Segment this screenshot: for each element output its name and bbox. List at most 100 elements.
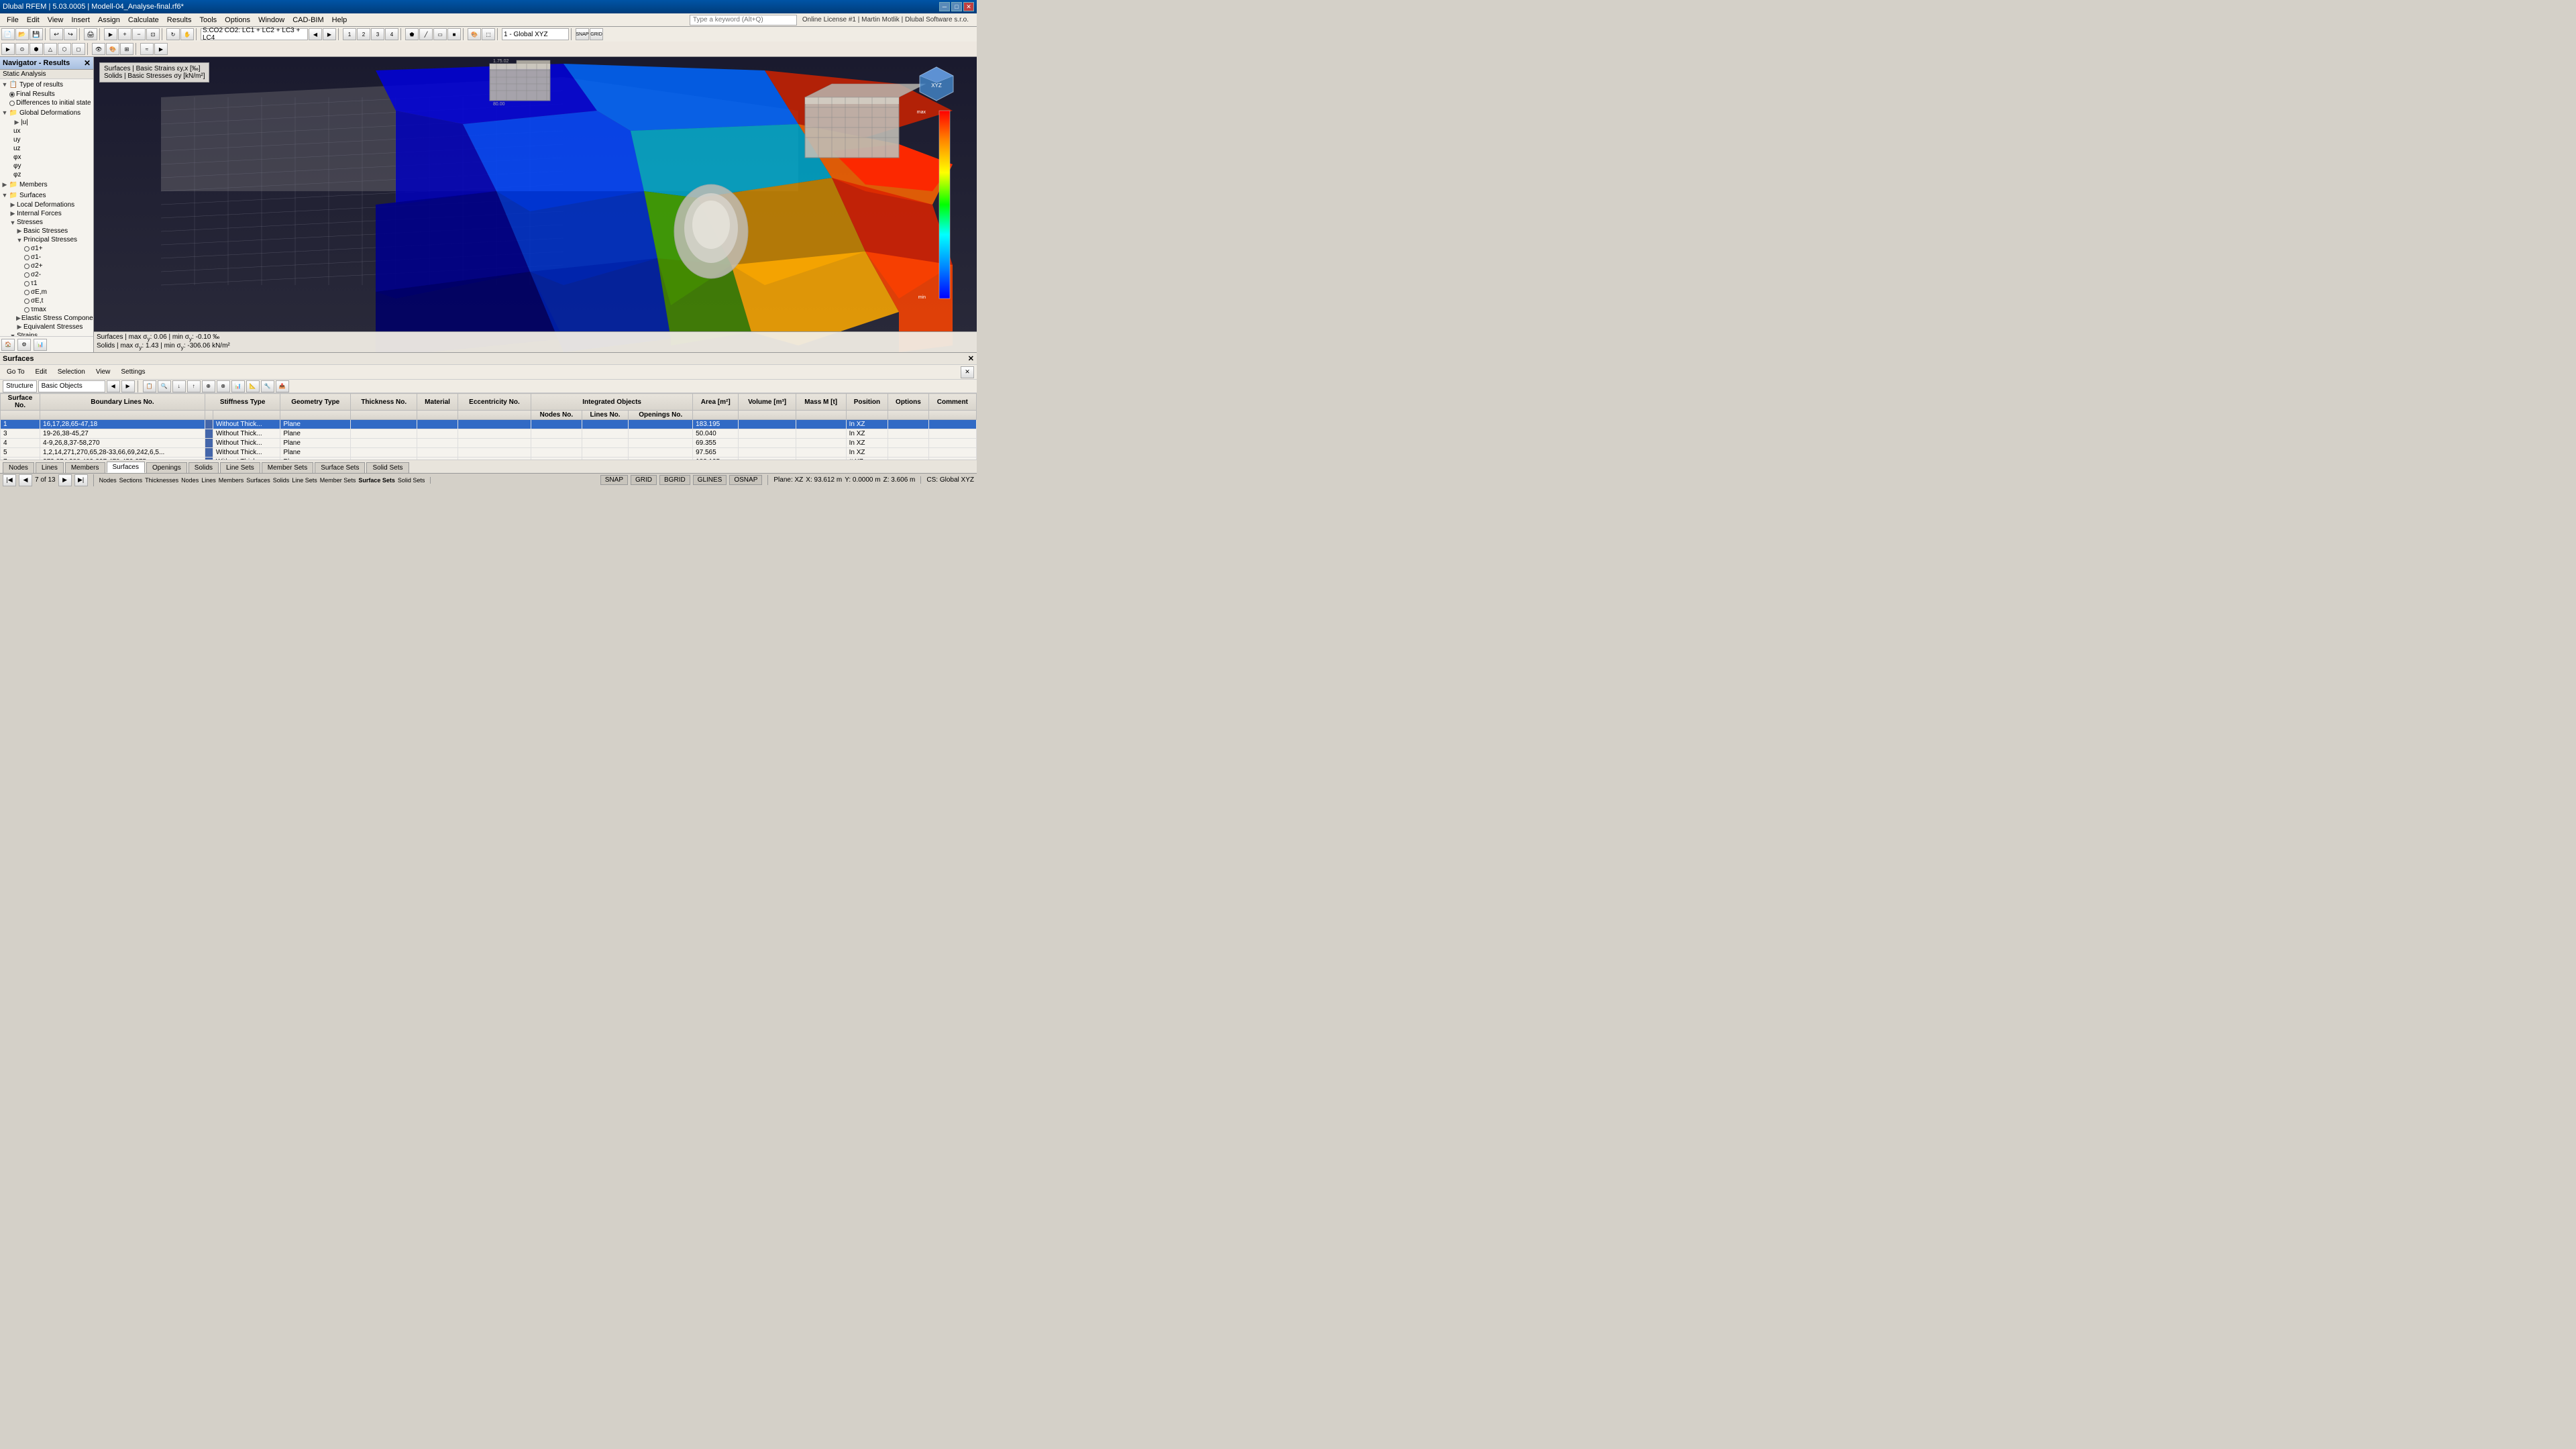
tree-uy[interactable]: uy [0,136,93,144]
tree-sigma2m[interactable]: σ2- [0,270,93,279]
tb2-1[interactable]: ▶ [1,43,15,55]
btab-openings[interactable]: Openings [146,462,187,473]
tb-lc-prev[interactable]: ◀ [309,28,322,40]
table-row[interactable]: 51,2,14,271,270,65,28-33,66,69,242,6,5..… [1,448,977,458]
tree-phiz[interactable]: φz [0,170,93,179]
results-menu-settings[interactable]: Settings [117,368,149,376]
tree-members[interactable]: ▶ 📁 Members [0,179,93,190]
page-prev[interactable]: ◀ [19,474,32,486]
table-tb-10[interactable]: 📤 [276,380,289,392]
tb-view-4[interactable]: 4 [385,28,398,40]
tb-zoom-out[interactable]: − [132,28,146,40]
tb-surf-view[interactable]: ▭ [433,28,447,40]
tree-global-deformations[interactable]: ▼ 📁 Global Deformations [0,107,93,118]
results-close-btn[interactable]: ✕ [961,366,974,378]
table-tb-6[interactable]: ⊗ [217,380,230,392]
menu-tools[interactable]: Tools [195,15,221,25]
menu-edit[interactable]: Edit [23,15,44,25]
tb-rotate[interactable]: ↻ [166,28,180,40]
table-tb-4[interactable]: ↑ [187,380,201,392]
tb2-display[interactable]: 👁 [92,43,105,55]
tb-fit[interactable]: ⊡ [146,28,160,40]
osnap-btn[interactable]: OSNAP [729,475,762,485]
tree-sigma2p[interactable]: σ2+ [0,262,93,270]
page-first[interactable]: |◀ [3,474,16,486]
tb2-animate[interactable]: ▶ [154,43,168,55]
tb-view-3[interactable]: 3 [371,28,384,40]
grid-btn[interactable]: GRID [631,475,657,485]
tb-node-view[interactable]: ⬟ [405,28,419,40]
tree-ux[interactable]: ux [0,127,93,136]
tb2-color[interactable]: 🎨 [106,43,119,55]
bgrid-btn[interactable]: BGRID [659,475,690,485]
results-close-icon[interactable]: ✕ [968,354,974,363]
table-row[interactable]: 116,17,28,65-47,18Without Thick...Plane1… [1,420,977,429]
menu-file[interactable]: File [3,15,23,25]
tree-type-of-results[interactable]: ▼ 📋 Type of results [0,79,93,90]
table-row[interactable]: 319-26,38-45,27Without Thick...Plane50.0… [1,429,977,439]
tree-u[interactable]: ▶ |u| [0,118,93,127]
tree-sigmaEt[interactable]: σE,t [0,297,93,305]
menu-calculate[interactable]: Calculate [124,15,163,25]
tb-line-view[interactable]: ╱ [419,28,433,40]
tree-phiy[interactable]: φy [0,162,93,170]
table-row[interactable]: 44-9,26,8,37-58,270Without Thick...Plane… [1,439,977,448]
tb2-4[interactable]: △ [44,43,57,55]
menu-help[interactable]: Help [328,15,352,25]
tree-strains[interactable]: ▼ Strains [0,331,93,336]
tree-differences[interactable]: Differences to initial state [0,99,93,107]
filter-combo-2[interactable]: Basic Objects [38,380,105,392]
results-menu-goto[interactable]: Go To [3,368,29,376]
btab-member-sets[interactable]: Member Sets [262,462,313,473]
nav-btn-1[interactable]: 🏠 [1,339,15,351]
menu-cad-bim[interactable]: CAD-BIM [288,15,327,25]
tree-final-results[interactable]: Final Results [0,90,93,99]
page-last[interactable]: ▶| [74,474,88,486]
btab-lines[interactable]: Lines [36,462,64,473]
tb-grid[interactable]: GRID [590,28,603,40]
menu-window[interactable]: Window [254,15,288,25]
tb2-5[interactable]: ⬡ [58,43,71,55]
filter-combo[interactable]: Structure [3,380,37,392]
tb-render[interactable]: 🎨 [468,28,481,40]
tree-internal-forces[interactable]: ▶ Internal Forces [0,209,93,218]
tb-save[interactable]: 💾 [30,28,43,40]
menu-options[interactable]: Options [221,15,254,25]
lc-combo[interactable]: S:CO2 CO2: LC1 + LC2 + LC3 + LC4 [201,28,308,40]
page-next[interactable]: ▶ [58,474,72,486]
table-tb-2[interactable]: 🔍 [158,380,171,392]
view-cube[interactable]: XYZ [916,64,957,104]
menu-results[interactable]: Results [163,15,196,25]
tb2-3[interactable]: ⬢ [30,43,43,55]
tb2-6[interactable]: ◻ [72,43,85,55]
tb-open[interactable]: 📂 [15,28,29,40]
nav-btn-2[interactable]: ⚙ [17,339,31,351]
btab-solid-sets[interactable]: Solid Sets [366,462,409,473]
tree-stresses[interactable]: ▼ Stresses [0,218,93,227]
tree-principal-stresses[interactable]: ▼ Principal Stresses [0,235,93,244]
menu-insert[interactable]: Insert [67,15,94,25]
table-tb-9[interactable]: 🔧 [261,380,274,392]
tb-solid-view[interactable]: ■ [447,28,461,40]
tree-local-def[interactable]: ▶ Local Deformations [0,201,93,209]
tree-basic-stresses[interactable]: ▶ Basic Stresses [0,227,93,235]
minimize-button[interactable]: ─ [939,2,950,11]
tb-lc-next[interactable]: ▶ [323,28,336,40]
btab-line-sets[interactable]: Line Sets [220,462,260,473]
tb-print[interactable]: 🖨 [84,28,97,40]
tree-tauMax[interactable]: τmax [0,305,93,314]
tb2-mesh[interactable]: ⊞ [120,43,133,55]
btab-surfaces[interactable]: Surfaces [107,462,145,473]
tree-tau1[interactable]: τ1 [0,279,93,288]
close-button[interactable]: ✕ [963,2,974,11]
results-menu-view[interactable]: View [92,368,115,376]
btab-solids[interactable]: Solids [189,462,219,473]
tb-select[interactable]: ▶ [104,28,117,40]
tree-uz[interactable]: uz [0,144,93,153]
btab-nodes[interactable]: Nodes [3,462,34,473]
tb-view-1[interactable]: 1 [343,28,356,40]
keyword-search[interactable] [690,15,797,25]
table-tb-8[interactable]: 📐 [246,380,260,392]
table-row[interactable]: 7273,274,388,403-397,470-459,275Without … [1,458,977,460]
results-table-container[interactable]: SurfaceNo. Boundary Lines No. Stiffness … [0,393,977,460]
